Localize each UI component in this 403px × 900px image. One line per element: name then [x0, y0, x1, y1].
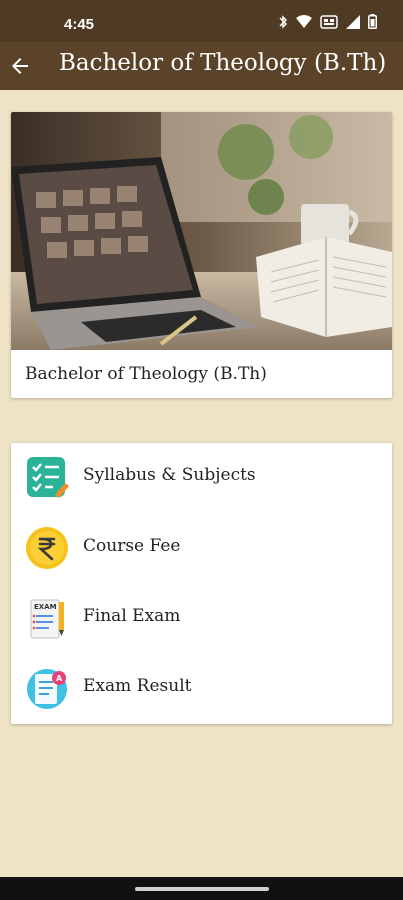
menu-item-label: Syllabus & Subjects: [83, 465, 256, 485]
arrow-back-icon[interactable]: [8, 54, 32, 78]
home-gesture-handle[interactable]: [135, 887, 269, 891]
menu-item-label: Course Fee: [83, 536, 181, 556]
wifi-icon: [296, 15, 312, 28]
signal-icon: [346, 14, 360, 29]
status-bar: 4:45: [0, 0, 403, 42]
course-menu: Syllabus & Subjects Course Fee EXAM Fina…: [11, 443, 392, 724]
course-card[interactable]: Bachelor of Theology (B.Th): [11, 112, 392, 398]
battery-icon: [368, 14, 377, 29]
rupee-coin-icon: [26, 527, 68, 569]
checklist-icon: [27, 457, 69, 498]
data-saver-icon: [320, 14, 338, 29]
menu-item-label: Exam Result: [83, 676, 192, 696]
menu-item-final-exam[interactable]: EXAM Final Exam: [11, 584, 392, 654]
svg-text:A: A: [56, 674, 63, 683]
navigation-bar: [0, 877, 403, 900]
course-hero-image: [11, 112, 392, 350]
result-document-icon: A: [27, 669, 67, 709]
app-bar: Bachelor of Theology (B.Th): [0, 42, 403, 90]
bluetooth-icon: [279, 14, 288, 29]
menu-item-exam-result[interactable]: A Exam Result: [11, 654, 392, 724]
svg-text:EXAM: EXAM: [34, 603, 57, 611]
exam-paper-icon: EXAM: [30, 599, 64, 639]
page-title: Bachelor of Theology (B.Th): [59, 50, 387, 76]
status-time: 4:45: [64, 16, 95, 33]
menu-item-syllabus[interactable]: Syllabus & Subjects: [11, 443, 392, 513]
status-icons: [278, 14, 377, 29]
menu-item-course-fee[interactable]: Course Fee: [11, 514, 392, 584]
menu-item-label: Final Exam: [83, 606, 181, 626]
course-caption: Bachelor of Theology (B.Th): [25, 364, 267, 384]
